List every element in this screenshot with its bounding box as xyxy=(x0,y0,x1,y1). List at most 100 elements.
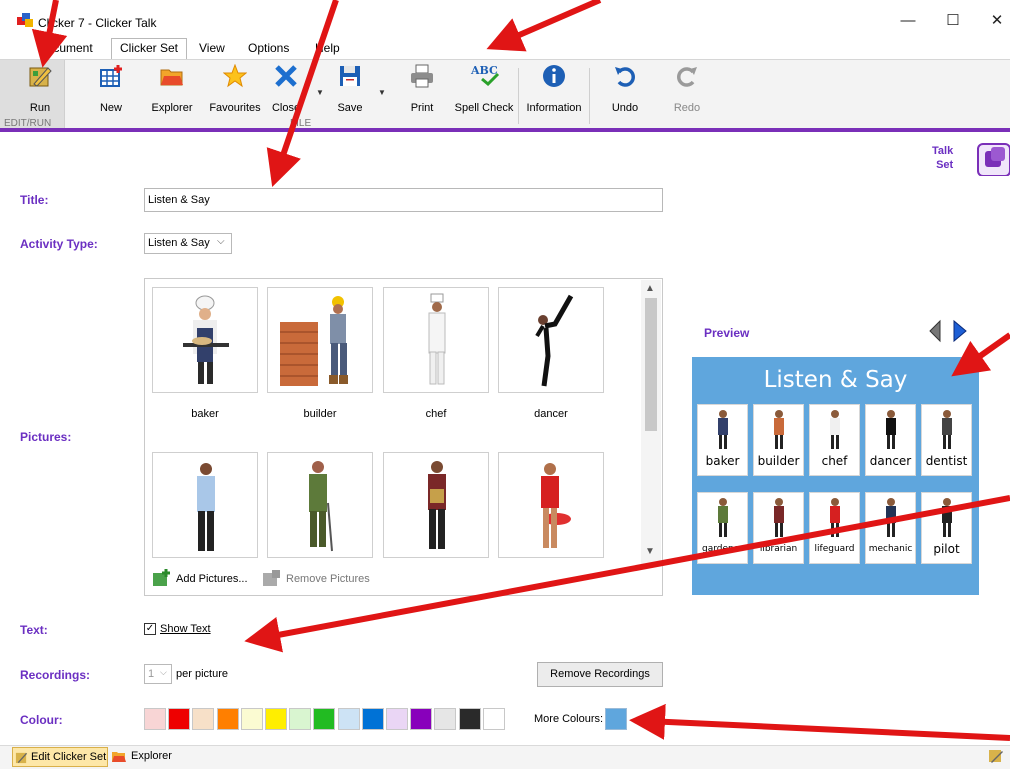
scrollbar-thumb[interactable] xyxy=(645,298,657,431)
menu-document[interactable]: Document xyxy=(38,41,93,55)
info-icon xyxy=(543,65,565,87)
colour-swatch[interactable] xyxy=(289,708,312,730)
run-button[interactable]: Run xyxy=(12,60,68,114)
picture-card-chef[interactable] xyxy=(383,287,489,393)
explorer-tab[interactable]: Explorer xyxy=(112,747,182,767)
menu-options[interactable]: Options xyxy=(248,41,289,55)
edit-clicker-set-label: Edit Clicker Set xyxy=(31,751,107,763)
picture-card-lifeguard[interactable] xyxy=(498,452,604,558)
remove-pictures-button[interactable]: Remove Pictures xyxy=(262,569,372,589)
favourites-button[interactable]: Favourites xyxy=(207,60,263,114)
preview-card-label: librarian xyxy=(759,544,798,554)
colour-swatch[interactable] xyxy=(482,708,505,730)
picture-label: dancer xyxy=(534,408,568,420)
chevron-down-icon: ⌵ xyxy=(160,667,167,677)
new-button[interactable]: New xyxy=(83,60,139,114)
preview-person-icon xyxy=(886,410,896,449)
colour-swatch[interactable] xyxy=(410,708,433,730)
text-label: Text: xyxy=(20,623,48,637)
preview-person-icon xyxy=(718,498,728,537)
talk-set-icon[interactable] xyxy=(976,142,1010,176)
check-mark-icon xyxy=(481,72,500,86)
colour-swatch[interactable] xyxy=(313,708,336,730)
preview-person-icon xyxy=(942,498,952,537)
floppy-disk-icon xyxy=(340,66,360,86)
new-label: New xyxy=(99,102,122,114)
colour-swatch[interactable] xyxy=(216,708,239,730)
checkbox-checked-icon: ✓ xyxy=(144,623,156,635)
minimize-button[interactable]: — xyxy=(898,12,918,30)
folder-icon xyxy=(112,752,126,762)
clicker-app-window: { "window": {"title": "Clicker 7 - Click… xyxy=(0,0,1010,769)
colour-swatch[interactable] xyxy=(168,708,191,730)
preview-nav-arrows[interactable] xyxy=(928,318,968,344)
picture-card-dentist[interactable] xyxy=(152,452,258,558)
maximize-button[interactable]: ☐ xyxy=(943,12,963,30)
close-document-button[interactable]: Close xyxy=(258,60,314,114)
picture-card-builder[interactable] xyxy=(267,287,373,393)
new-grid-icon xyxy=(100,65,122,87)
preview-card-label: baker xyxy=(705,454,740,468)
picture-card-librarian[interactable] xyxy=(383,452,489,558)
colour-swatch[interactable] xyxy=(458,708,481,730)
menu-clicker-set[interactable]: Clicker Set xyxy=(120,41,178,55)
close-button[interactable]: ✕ xyxy=(987,12,1007,30)
group-label-edit-run: EDIT/RUN xyxy=(4,118,52,129)
colour-swatch[interactable] xyxy=(240,708,263,730)
picture-card-gardener[interactable] xyxy=(267,452,373,558)
colour-label: Colour: xyxy=(20,713,63,727)
print-label: Print xyxy=(410,102,434,114)
ribbon-accent-line xyxy=(0,128,1010,132)
close-x-icon xyxy=(275,65,297,87)
colour-swatch[interactable] xyxy=(386,708,408,730)
librarian-picture xyxy=(428,461,446,549)
ribbon-separator xyxy=(518,68,519,124)
preview-label: Preview xyxy=(704,326,750,340)
picture-label: baker xyxy=(191,408,219,420)
colour-swatch[interactable] xyxy=(361,708,384,730)
information-button[interactable]: Information xyxy=(522,60,586,114)
colour-swatch[interactable] xyxy=(144,708,166,730)
activity-type-select[interactable]: Listen & Say ⌵ xyxy=(144,233,232,254)
printer-icon xyxy=(411,64,433,88)
save-button[interactable]: Save xyxy=(322,60,378,114)
colour-swatch[interactable] xyxy=(434,708,457,730)
title-input[interactable]: Listen & Say xyxy=(144,188,663,212)
undo-button[interactable]: Undo xyxy=(597,60,653,114)
print-button[interactable]: Print xyxy=(394,60,450,114)
colour-swatch[interactable] xyxy=(192,708,215,730)
preview-person-icon xyxy=(718,410,728,449)
more-colours-swatch[interactable] xyxy=(605,708,627,730)
preview-card-label: mechanic xyxy=(868,544,913,554)
information-label: Information xyxy=(526,102,582,114)
annotation-arrow-colour xyxy=(629,703,1010,741)
picture-label: builder xyxy=(303,408,337,420)
run-label: Run xyxy=(29,102,51,114)
gardener-picture xyxy=(309,461,333,552)
colour-swatch[interactable] xyxy=(337,708,360,730)
menu-view[interactable]: View xyxy=(199,41,225,55)
colour-swatch[interactable] xyxy=(265,708,287,730)
remove-recordings-button[interactable]: Remove Recordings xyxy=(537,662,663,687)
favourites-label: Favourites xyxy=(209,102,261,114)
save-dropdown-icon[interactable]: ▼ xyxy=(378,88,386,97)
dancer-picture xyxy=(535,294,574,387)
explorer-button[interactable]: Explorer xyxy=(144,60,200,114)
redo-button[interactable]: Redo xyxy=(659,60,715,114)
picture-card-baker[interactable] xyxy=(152,287,258,393)
show-text-checkbox[interactable]: ✓ Show Text xyxy=(144,622,214,638)
remove-pictures-label: Remove Pictures xyxy=(286,573,370,585)
explorer-tab-label: Explorer xyxy=(131,750,172,762)
add-pictures-button[interactable]: Add Pictures... xyxy=(152,569,257,589)
edit-mode-icon[interactable] xyxy=(988,748,1004,764)
scroll-down-icon[interactable]: ▼ xyxy=(645,546,655,557)
edit-clicker-set-tab[interactable]: Edit Clicker Set xyxy=(12,747,108,767)
menu-help[interactable]: Help xyxy=(315,41,340,55)
title-label: Title: xyxy=(20,193,49,207)
spell-check-button[interactable]: ABC Spell Check xyxy=(452,60,516,114)
picture-card-dancer[interactable] xyxy=(498,287,604,393)
recordings-select[interactable]: 1 ⌵ xyxy=(144,664,172,684)
remove-picture-icon xyxy=(263,570,280,586)
preview-card-label: gardener xyxy=(702,544,743,554)
scroll-up-icon[interactable]: ▲ xyxy=(645,283,655,294)
